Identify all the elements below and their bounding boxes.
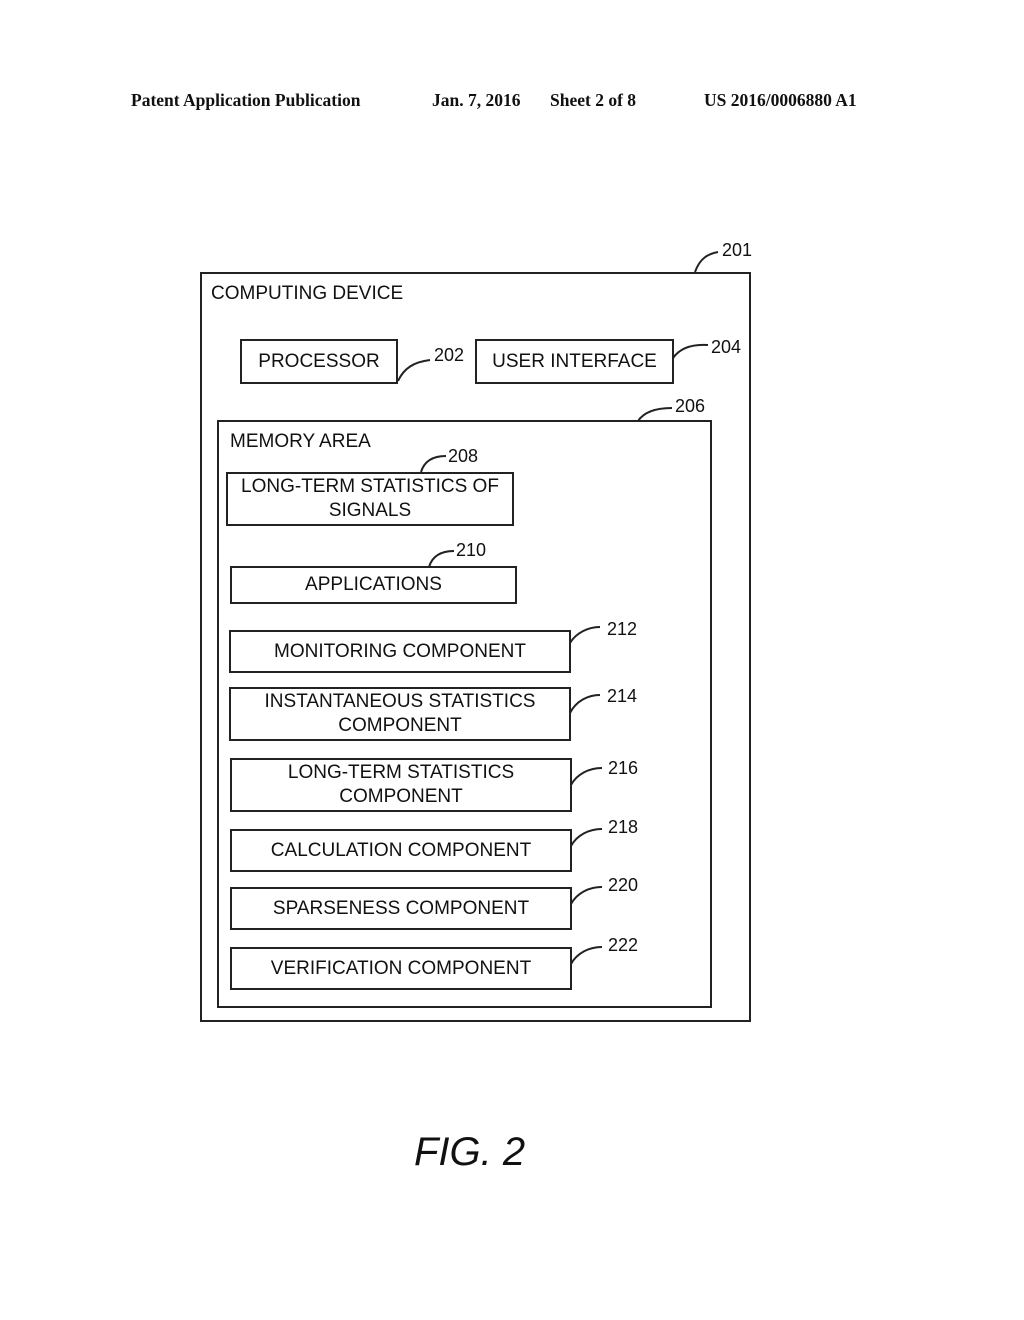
long-term-statistics-line1: LONG-TERM STATISTICS (287, 762, 515, 783)
publication-date: Jan. 7, 2016 (432, 90, 521, 110)
long-term-statistics-line2: COMPONENT (339, 786, 463, 807)
long-term-statistics-of-signals-box: LONG-TERM STATISTICS OF SIGNALS (226, 472, 514, 526)
verification-component-label: VERIFICATION COMPONENT (270, 957, 532, 979)
ref-222: 222 (608, 935, 639, 955)
user-interface-box: USER INTERFACE (475, 339, 674, 384)
ref-206: 206 (675, 396, 706, 416)
applications-label: APPLICATIONS (305, 574, 442, 595)
calculation-component-box: CALCULATION COMPONENT (230, 829, 572, 872)
processor-box: PROCESSOR (240, 339, 398, 384)
instantaneous-statistics-line1: INSTANTANEOUS STATISTICS (264, 691, 536, 712)
applications-box: APPLICATIONS (230, 566, 517, 604)
ref-216: 216 (608, 758, 639, 778)
monitoring-component-label: MONITORING COMPONENT (274, 640, 526, 662)
computing-device-label: COMPUTING DEVICE (211, 283, 404, 304)
long-term-signals-line2: SIGNALS (328, 500, 412, 521)
ref-214: 214 (607, 686, 638, 706)
ref-201: 201 (722, 240, 753, 260)
publication-title: Patent Application Publication (131, 90, 361, 110)
memory-area-label: MEMORY AREA (230, 431, 371, 452)
long-term-signals-line1: LONG-TERM STATISTICS OF (241, 476, 499, 497)
sparseness-component-box: SPARSENESS COMPONENT (230, 887, 572, 930)
sparseness-component-label: SPARSENESS COMPONENT (272, 897, 530, 919)
verification-component-box: VERIFICATION COMPONENT (230, 947, 572, 990)
leader-201 (694, 251, 719, 273)
ref-208: 208 (448, 446, 479, 466)
instantaneous-statistics-component-box: INSTANTANEOUS STATISTICS COMPONENT (229, 687, 571, 741)
user-interface-label: USER INTERFACE (492, 350, 657, 372)
patent-number: US 2016/0006880 A1 (704, 90, 857, 110)
ref-204: 204 (711, 337, 742, 357)
sheet-number: Sheet 2 of 8 (550, 90, 637, 110)
calculation-component-label: CALCULATION COMPONENT (270, 839, 532, 861)
processor-label: PROCESSOR (258, 350, 380, 372)
long-term-statistics-component-box: LONG-TERM STATISTICS COMPONENT (230, 758, 572, 812)
ref-218: 218 (608, 817, 639, 837)
ref-202: 202 (434, 345, 465, 365)
ref-220: 220 (608, 875, 639, 895)
monitoring-component-box: MONITORING COMPONENT (229, 630, 571, 673)
ref-212: 212 (607, 619, 638, 639)
ref-210: 210 (456, 540, 487, 560)
instantaneous-statistics-line2: COMPONENT (338, 715, 462, 736)
figure-label: FIG. 2 (414, 1130, 526, 1174)
